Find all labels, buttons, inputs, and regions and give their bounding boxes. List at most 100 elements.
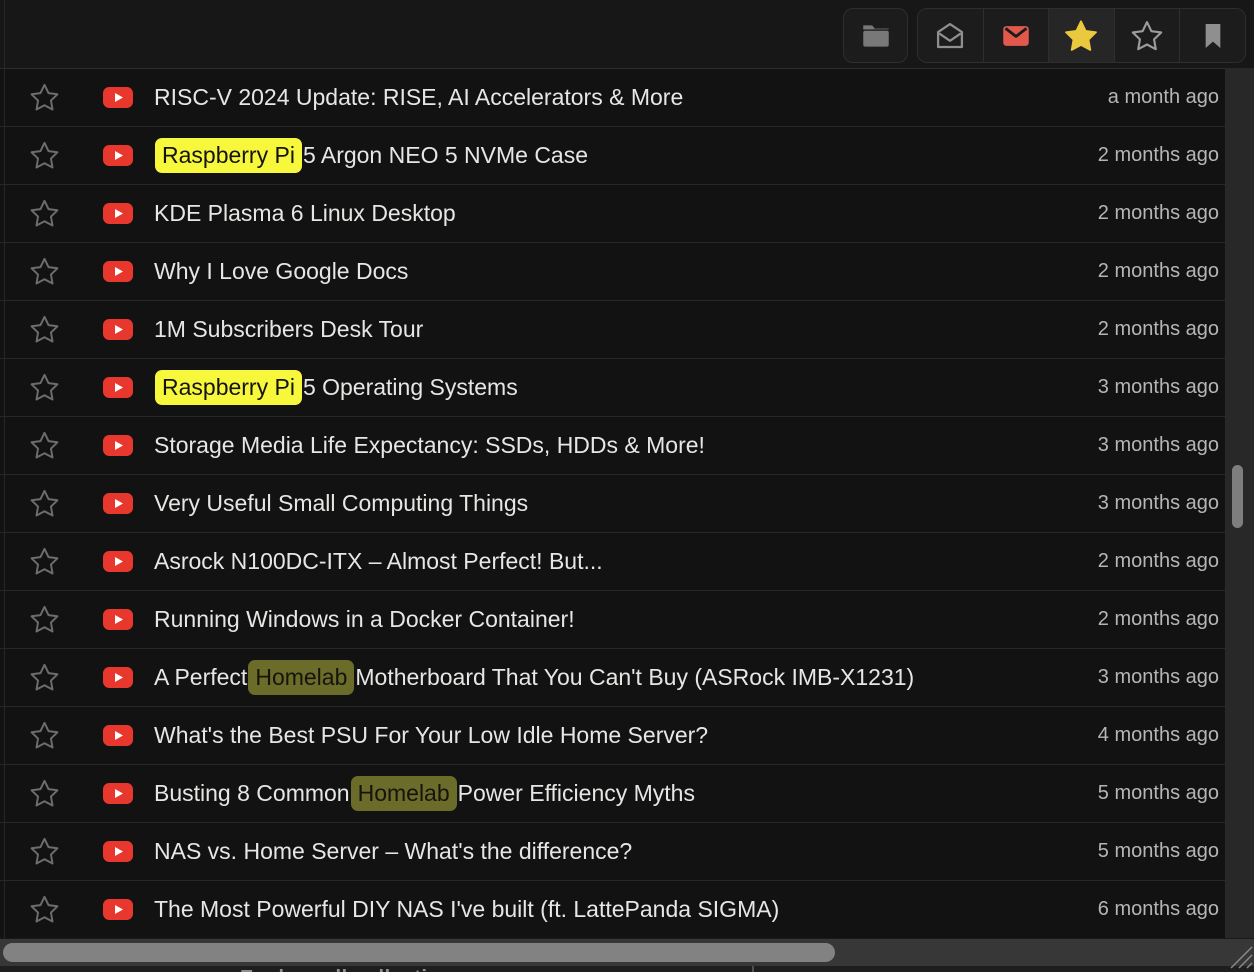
star-toggle-icon[interactable]	[28, 430, 60, 462]
youtube-icon	[103, 783, 133, 804]
vertical-scrollbar[interactable]	[1225, 68, 1254, 938]
list-item[interactable]: Storage Media Life Expectancy: SSDs, HDD…	[0, 417, 1225, 475]
star-outline-icon	[1130, 19, 1164, 53]
horizontal-scrollbar[interactable]	[0, 938, 1254, 966]
item-timestamp: 3 months ago	[1084, 376, 1225, 399]
star-toggle-icon[interactable]	[28, 662, 60, 694]
search-highlight: Raspberry Pi	[155, 370, 302, 405]
star-toggle-icon[interactable]	[28, 256, 60, 288]
unstarred-filter-button[interactable]	[1114, 9, 1180, 62]
item-timestamp: a month ago	[1094, 86, 1225, 109]
envelope-filled-icon	[999, 19, 1033, 53]
search-highlight: Homelab	[248, 660, 354, 695]
star-toggle-icon[interactable]	[28, 314, 60, 346]
youtube-icon	[103, 377, 133, 398]
star-filled-icon	[1063, 18, 1099, 54]
folder-button[interactable]	[843, 8, 908, 63]
item-timestamp: 4 months ago	[1084, 724, 1225, 747]
item-title: RISC-V 2024 Update: RISE, AI Accelerator…	[154, 84, 683, 111]
star-toggle-icon[interactable]	[28, 198, 60, 230]
list-item[interactable]: RISC-V 2024 Update: RISE, AI Accelerator…	[0, 69, 1225, 127]
list-item[interactable]: Raspberry Pi 5 Argon NEO 5 NVMe Case 2 mo…	[0, 127, 1225, 185]
list-item[interactable]: Why I Love Google Docs 2 months ago	[0, 243, 1225, 301]
item-title: Busting 8 Common Homelab Power Efficienc…	[154, 776, 695, 811]
footer-strip: Explore all collections	[0, 966, 1254, 972]
feed-reader-window: RISC-V 2024 Update: RISE, AI Accelerator…	[0, 0, 1254, 972]
youtube-icon	[103, 203, 133, 224]
item-timestamp: 2 months ago	[1084, 260, 1225, 283]
item-timestamp: 2 months ago	[1084, 202, 1225, 225]
list-item[interactable]: Busting 8 Common Homelab Power Efficienc…	[0, 765, 1225, 823]
item-title: NAS vs. Home Server – What's the differe…	[154, 838, 632, 865]
bookmark-filter-button[interactable]	[1179, 9, 1245, 62]
search-highlight: Raspberry Pi	[155, 138, 302, 173]
bookmark-icon	[1197, 20, 1229, 52]
item-timestamp: 3 months ago	[1084, 666, 1225, 689]
star-toggle-icon[interactable]	[28, 720, 60, 752]
item-timestamp: 3 months ago	[1084, 434, 1225, 457]
item-title: A Perfect Homelab Motherboard That You C…	[154, 660, 914, 695]
envelope-open-icon	[933, 19, 967, 53]
resize-grip-icon[interactable]	[1227, 943, 1253, 969]
list-item[interactable]: KDE Plasma 6 Linux Desktop 2 months ago	[0, 185, 1225, 243]
article-list: RISC-V 2024 Update: RISE, AI Accelerator…	[0, 68, 1225, 938]
item-title: Asrock N100DC-ITX – Almost Perfect! But.…	[154, 548, 603, 575]
star-toggle-icon[interactable]	[28, 372, 60, 404]
list-item[interactable]: Asrock N100DC-ITX – Almost Perfect! But.…	[0, 533, 1225, 591]
youtube-icon	[103, 319, 133, 340]
youtube-icon	[103, 725, 133, 746]
item-title: Why I Love Google Docs	[154, 258, 408, 285]
item-title: Very Useful Small Computing Things	[154, 490, 528, 517]
item-title: Raspberry Pi 5 Argon NEO 5 NVMe Case	[154, 138, 588, 173]
item-timestamp: 3 months ago	[1084, 492, 1225, 515]
item-title: Running Windows in a Docker Container!	[154, 606, 575, 633]
search-highlight: Homelab	[351, 776, 457, 811]
mail-filter-button[interactable]	[983, 9, 1049, 62]
window-left-edge	[4, 0, 5, 938]
item-timestamp: 2 months ago	[1084, 608, 1225, 631]
star-toggle-icon[interactable]	[28, 778, 60, 810]
list-item[interactable]: Running Windows in a Docker Container! 2 …	[0, 591, 1225, 649]
list-item[interactable]: A Perfect Homelab Motherboard That You C…	[0, 649, 1225, 707]
list-item[interactable]: Raspberry Pi 5 Operating Systems 3 months…	[0, 359, 1225, 417]
explore-collections-link[interactable]: Explore all collections	[240, 967, 465, 972]
youtube-icon	[103, 551, 133, 572]
folder-icon	[859, 19, 893, 53]
item-timestamp: 5 months ago	[1084, 840, 1225, 863]
toolbar	[0, 0, 1254, 68]
list-item[interactable]: Very Useful Small Computing Things 3 mont…	[0, 475, 1225, 533]
vertical-scrollbar-thumb[interactable]	[1232, 465, 1243, 528]
youtube-icon	[103, 435, 133, 456]
item-title: Storage Media Life Expectancy: SSDs, HDD…	[154, 432, 705, 459]
item-title: 1M Subscribers Desk Tour	[154, 316, 423, 343]
item-title: What's the Best PSU For Your Low Idle Ho…	[154, 722, 708, 749]
youtube-icon	[103, 841, 133, 862]
star-toggle-icon[interactable]	[28, 836, 60, 868]
item-title: The Most Powerful DIY NAS I've built (ft…	[154, 896, 779, 923]
star-toggle-icon[interactable]	[28, 894, 60, 926]
youtube-icon	[103, 145, 133, 166]
list-item[interactable]: The Most Powerful DIY NAS I've built (ft…	[0, 881, 1225, 939]
star-toggle-icon[interactable]	[28, 546, 60, 578]
youtube-icon	[103, 493, 133, 514]
star-toggle-icon[interactable]	[28, 488, 60, 520]
list-item[interactable]: What's the Best PSU For Your Low Idle Ho…	[0, 707, 1225, 765]
item-timestamp: 2 months ago	[1084, 144, 1225, 167]
star-toggle-icon[interactable]	[28, 82, 60, 114]
starred-filter-button[interactable]	[1048, 9, 1114, 62]
item-title: KDE Plasma 6 Linux Desktop	[154, 200, 456, 227]
list-item[interactable]: NAS vs. Home Server – What's the differe…	[0, 823, 1225, 881]
filter-button-group	[917, 8, 1246, 63]
star-toggle-icon[interactable]	[28, 140, 60, 172]
list-item[interactable]: 1M Subscribers Desk Tour 2 months ago	[0, 301, 1225, 359]
star-toggle-icon[interactable]	[28, 604, 60, 636]
unread-filter-button[interactable]	[918, 9, 983, 62]
youtube-icon	[103, 609, 133, 630]
item-timestamp: 2 months ago	[1084, 318, 1225, 341]
horizontal-scrollbar-thumb[interactable]	[3, 943, 835, 962]
item-title: Raspberry Pi 5 Operating Systems	[154, 370, 518, 405]
youtube-icon	[103, 261, 133, 282]
footer-divider	[752, 966, 754, 972]
youtube-icon	[103, 667, 133, 688]
youtube-icon	[103, 899, 133, 920]
